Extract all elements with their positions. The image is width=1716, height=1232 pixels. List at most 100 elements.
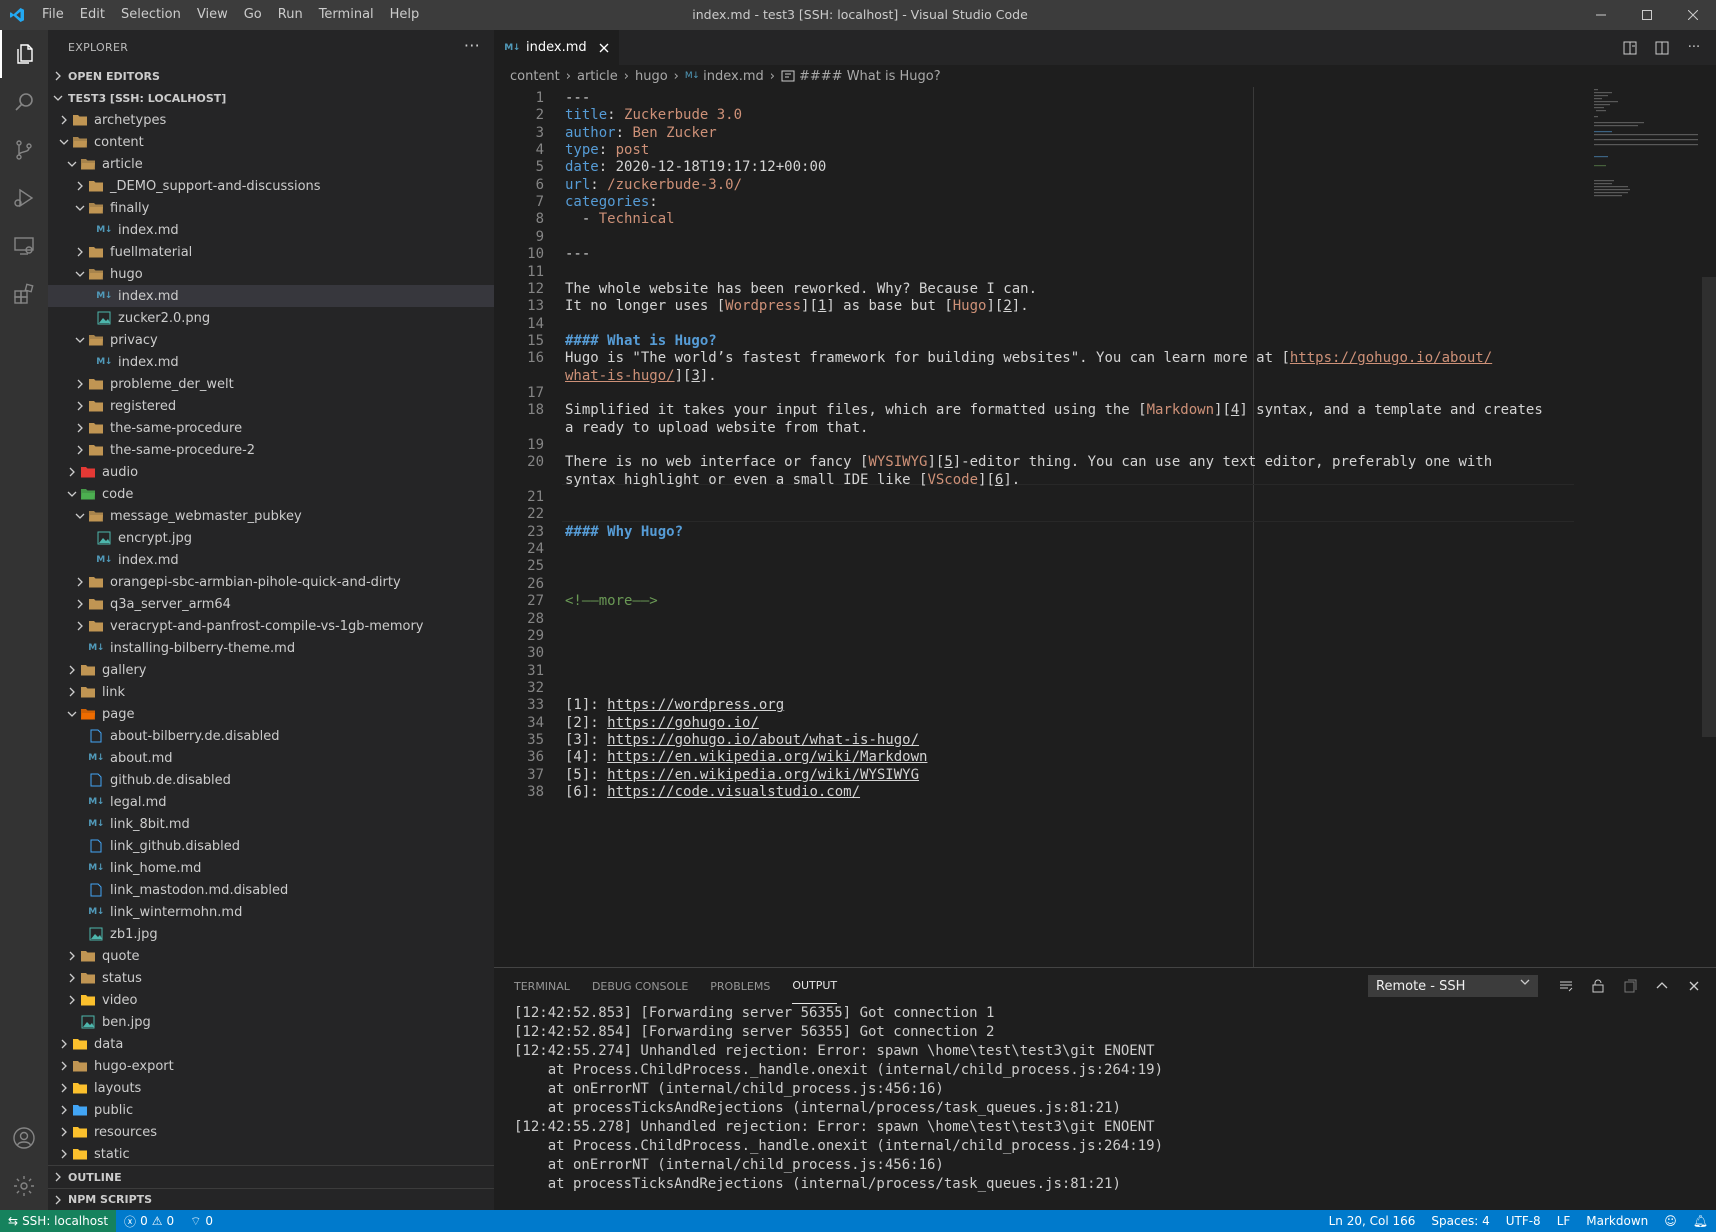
folder-item[interactable]: message_webmaster_pubkey: [48, 505, 494, 527]
folder-item[interactable]: registered: [48, 395, 494, 417]
open-preview-icon[interactable]: [1614, 40, 1646, 56]
split-editor-icon[interactable]: [1646, 40, 1678, 56]
file-item[interactable]: zb1.jpg: [48, 923, 494, 945]
more-actions-icon[interactable]: ···: [464, 36, 480, 55]
lock-scroll-icon[interactable]: [1582, 979, 1614, 993]
accounts-icon[interactable]: [0, 1114, 48, 1162]
file-item[interactable]: M↓ legal.md: [48, 791, 494, 813]
folder-item[interactable]: _DEMO_support-and-discussions: [48, 175, 494, 197]
file-item[interactable]: M↓ index.md: [48, 285, 494, 307]
breadcrumb-heading[interactable]: #### What is Hugo?: [799, 69, 941, 84]
menu-view[interactable]: View: [189, 0, 236, 30]
more-actions-icon[interactable]: ···: [1678, 40, 1710, 55]
tab-terminal[interactable]: TERMINAL: [514, 968, 570, 1004]
npm-scripts-section[interactable]: NPM SCRIPTS: [48, 1188, 494, 1210]
file-item[interactable]: M↓ link_wintermohn.md: [48, 901, 494, 923]
editor-scrollbar-thumb[interactable]: [1702, 277, 1716, 737]
file-item[interactable]: M↓ link_home.md: [48, 857, 494, 879]
open-log-icon[interactable]: [1614, 979, 1646, 993]
file-item[interactable]: M↓ link_8bit.md: [48, 813, 494, 835]
output-channel-select[interactable]: Remote - SSH: [1368, 975, 1538, 997]
folder-item[interactable]: q3a_server_arm64: [48, 593, 494, 615]
folder-item[interactable]: hugo: [48, 263, 494, 285]
folder-item[interactable]: privacy: [48, 329, 494, 351]
close-tab-icon[interactable]: [599, 43, 609, 53]
search-icon[interactable]: [0, 78, 48, 126]
folder-item[interactable]: status: [48, 967, 494, 989]
minimap[interactable]: [1588, 87, 1698, 967]
open-editors-section[interactable]: OPEN EDITORS: [48, 65, 494, 87]
code-editor[interactable]: 1 --- 2 title: Zuckerbude 3.0 3 author: Ben Z…: [494, 87, 1716, 967]
folder-item[interactable]: content: [48, 131, 494, 153]
line-ending[interactable]: LF: [1549, 1214, 1579, 1228]
menu-selection[interactable]: Selection: [113, 0, 189, 30]
tab-problems[interactable]: PROBLEMS: [710, 968, 770, 1004]
file-item[interactable]: M↓ index.md: [48, 549, 494, 571]
menu-run[interactable]: Run: [270, 0, 311, 30]
folder-item[interactable]: hugo-export: [48, 1055, 494, 1077]
folder-item[interactable]: the-same-procedure: [48, 417, 494, 439]
folder-item[interactable]: fuellmaterial: [48, 241, 494, 263]
folder-item[interactable]: quote: [48, 945, 494, 967]
workspace-section[interactable]: TEST3 [SSH: LOCALHOST]: [48, 87, 494, 109]
menu-help[interactable]: Help: [382, 0, 428, 30]
file-item[interactable]: M↓ index.md: [48, 351, 494, 373]
breadcrumb-hugo[interactable]: hugo: [635, 69, 668, 84]
close-panel-icon[interactable]: [1678, 981, 1710, 991]
breadcrumb-file[interactable]: index.md: [703, 69, 764, 84]
language-mode[interactable]: Markdown: [1578, 1214, 1656, 1228]
tab-output[interactable]: OUTPUT: [792, 968, 838, 1004]
outline-section[interactable]: OUTLINE: [48, 1166, 494, 1188]
remote-indicator[interactable]: ⇆ SSH: localhost: [0, 1210, 117, 1232]
folder-item[interactable]: gallery: [48, 659, 494, 681]
file-item[interactable]: zucker2.0.png: [48, 307, 494, 329]
extensions-icon[interactable]: [0, 270, 48, 318]
file-item[interactable]: M↓ index.md: [48, 219, 494, 241]
folder-item[interactable]: data: [48, 1033, 494, 1055]
tab-debug-console[interactable]: DEBUG CONSOLE: [592, 968, 688, 1004]
folder-item[interactable]: audio: [48, 461, 494, 483]
cursor-position[interactable]: Ln 20, Col 166: [1321, 1214, 1424, 1228]
feedback-icon[interactable]: ☺: [1656, 1214, 1685, 1228]
close-icon[interactable]: [1670, 0, 1716, 30]
folder-item[interactable]: finally: [48, 197, 494, 219]
menu-go[interactable]: Go: [236, 0, 270, 30]
minimize-icon[interactable]: [1578, 0, 1624, 30]
maximize-icon[interactable]: [1624, 0, 1670, 30]
folder-item[interactable]: probleme_der_welt: [48, 373, 494, 395]
file-item[interactable]: M↓ installing-bilberry-theme.md: [48, 637, 494, 659]
folder-item[interactable]: link: [48, 681, 494, 703]
tab-index-md[interactable]: M↓ index.md: [494, 30, 619, 65]
folder-item[interactable]: video: [48, 989, 494, 1011]
remote-explorer-icon[interactable]: [0, 222, 48, 270]
indentation[interactable]: Spaces: 4: [1423, 1214, 1497, 1228]
folder-item[interactable]: the-same-procedure-2: [48, 439, 494, 461]
folder-item[interactable]: layouts: [48, 1077, 494, 1099]
file-item[interactable]: M↓ about.md: [48, 747, 494, 769]
menu-edit[interactable]: Edit: [72, 0, 113, 30]
file-item[interactable]: link_mastodon.md.disabled: [48, 879, 494, 901]
ports-indicator[interactable]: ⌔ 0: [182, 1214, 221, 1229]
file-item[interactable]: about-bilberry.de.disabled: [48, 725, 494, 747]
menu-terminal[interactable]: Terminal: [311, 0, 382, 30]
folder-item[interactable]: archetypes: [48, 109, 494, 131]
problems-indicator[interactable]: ⓧ 0 ⚠ 0: [116, 1213, 182, 1230]
folder-item[interactable]: orangepi-sbc-armbian-pihole-quick-and-di…: [48, 571, 494, 593]
folder-item[interactable]: veracrypt-and-panfrost-compile-vs-1gb-me…: [48, 615, 494, 637]
folder-item[interactable]: static: [48, 1143, 494, 1165]
notifications-bell-icon[interactable]: 🔔︎: [1685, 1214, 1716, 1228]
folder-item[interactable]: public: [48, 1099, 494, 1121]
menu-file[interactable]: File: [34, 0, 72, 30]
breadcrumb-article[interactable]: article: [577, 69, 618, 84]
maximize-panel-icon[interactable]: [1646, 980, 1678, 992]
file-item[interactable]: ben.jpg: [48, 1011, 494, 1033]
file-item[interactable]: encrypt.jpg: [48, 527, 494, 549]
clear-output-icon[interactable]: [1550, 979, 1582, 993]
settings-gear-icon[interactable]: [0, 1162, 48, 1210]
breadcrumb-content[interactable]: content: [510, 69, 560, 84]
folder-item[interactable]: code: [48, 483, 494, 505]
file-item[interactable]: github.de.disabled: [48, 769, 494, 791]
folder-item[interactable]: article: [48, 153, 494, 175]
folder-item[interactable]: resources: [48, 1121, 494, 1143]
file-item[interactable]: link_github.disabled: [48, 835, 494, 857]
